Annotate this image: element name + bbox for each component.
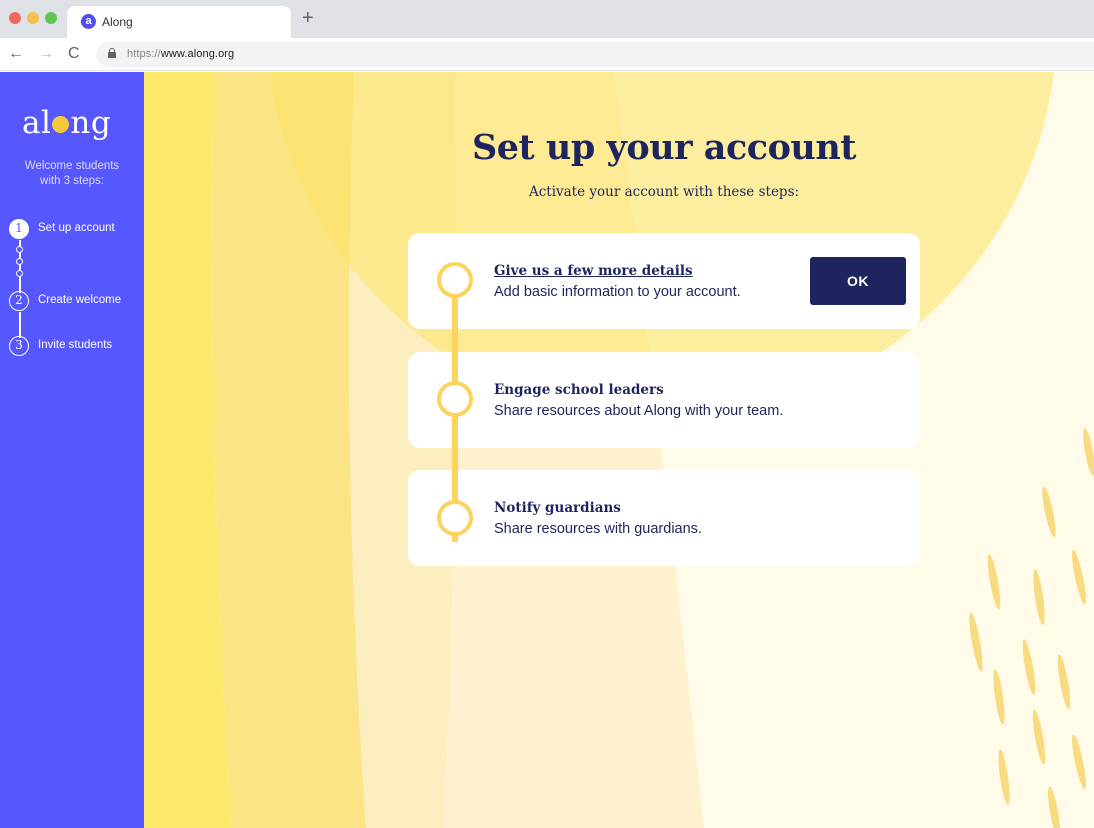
address-bar[interactable]: https://www.along.org (96, 42, 1094, 67)
step-3-number[interactable]: 3 (9, 336, 29, 356)
page-title: Set up your account (472, 127, 856, 168)
task-title: Notify guardians (494, 500, 621, 516)
task-card-details: Give us a few more details Add basic inf… (408, 233, 920, 329)
task-description: Share resources with guardians. (494, 521, 702, 537)
forward-arrow-icon[interactable]: → (38, 44, 54, 64)
back-arrow-icon[interactable]: ← (8, 44, 24, 64)
step-connector-dot (16, 270, 23, 277)
browser-tab-bar: a Along + (0, 0, 1094, 38)
task-title: Engage school leaders (494, 382, 664, 398)
along-logo: al ng (22, 105, 112, 141)
ok-button[interactable]: OK (810, 257, 906, 305)
new-tab-button[interactable]: + (302, 8, 314, 28)
step-1-label[interactable]: Set up account (38, 222, 115, 234)
task-description: Add basic information to your account. (494, 284, 741, 300)
step-2-label[interactable]: Create welcome (38, 294, 121, 306)
lock-icon (108, 48, 116, 58)
along-favicon-icon: a (81, 14, 96, 29)
reload-icon[interactable]: C (68, 44, 80, 64)
close-window-button[interactable] (9, 12, 21, 24)
main-content: Set up your account Activate your accoun… (144, 72, 1094, 828)
task-description: Share resources about Along with your te… (494, 403, 784, 419)
sun-icon (52, 116, 70, 133)
step-1-number[interactable]: 1 (9, 219, 29, 239)
timeline-circle-icon (437, 262, 473, 298)
welcome-text: Welcome students with 3 steps: (24, 160, 120, 187)
url-text: https://www.along.org (127, 48, 235, 60)
browser-toolbar: ← → C https://www.along.org (0, 38, 1094, 71)
step-3-label[interactable]: Invite students (38, 339, 112, 351)
task-card-guardians: Notify guardians Share resources with gu… (408, 470, 920, 566)
maximize-window-button[interactable] (45, 12, 57, 24)
step-connector-dot (16, 246, 23, 253)
tab-title: Along (102, 15, 133, 29)
step-connector (19, 312, 21, 338)
page-subtitle: Activate your account with these steps: (528, 184, 800, 200)
step-connector-dot (16, 258, 23, 265)
browser-tab[interactable]: a Along (67, 6, 291, 38)
task-title-link[interactable]: Give us a few more details (494, 263, 693, 279)
task-card-school-leaders: Engage school leaders Share resources ab… (408, 352, 920, 448)
step-2-number[interactable]: 2 (9, 291, 29, 311)
minimize-window-button[interactable] (27, 12, 39, 24)
timeline-circle-icon (437, 381, 473, 417)
timeline-circle-icon (437, 500, 473, 536)
sidebar: al ng Welcome students with 3 steps: 1 Se… (0, 72, 144, 828)
